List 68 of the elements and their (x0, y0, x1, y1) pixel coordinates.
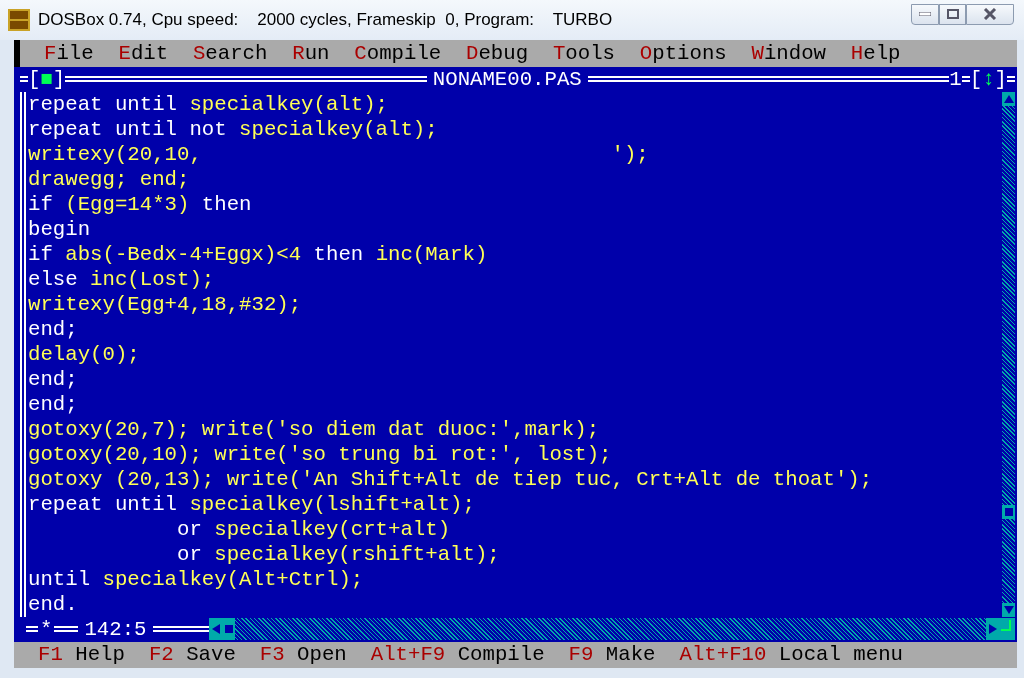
scroll-up-button[interactable] (1002, 91, 1015, 106)
menu-item[interactable]: Run (292, 40, 330, 66)
frame-line (54, 626, 79, 632)
window-close-box[interactable]: [■] (28, 66, 66, 92)
code-line: or specialkey(rshift+alt); (175, 541, 501, 567)
shortcut-item[interactable]: F1 Help (38, 642, 125, 668)
close-button[interactable] (966, 3, 1014, 25)
menu-item[interactable]: Window (751, 40, 826, 66)
code-line: drawegg; end; (28, 166, 191, 192)
code-line: delay(0); (28, 341, 141, 367)
shortcut-item[interactable]: F2 Save (148, 642, 236, 668)
code-line: begin (28, 216, 92, 242)
minimize-icon (919, 12, 931, 16)
shortcut-item[interactable]: F9 Make (568, 642, 656, 668)
code-line: end; (28, 366, 79, 392)
code-line: repeat until specialkey(lshift+alt); (28, 491, 476, 517)
menu-item[interactable]: Help (850, 40, 901, 66)
menu-item[interactable]: Search (192, 40, 268, 66)
scroll-right-button[interactable] (986, 618, 1000, 640)
frame-line (152, 626, 209, 632)
frame-line (26, 626, 38, 632)
menu-item[interactable]: Debug (466, 40, 529, 66)
vertical-scrollbar[interactable] (1002, 91, 1015, 617)
cursor-position: 142:5 (83, 616, 148, 642)
modified-mark: * (39, 616, 54, 642)
zoom-box[interactable]: [↕] (969, 66, 1007, 92)
shortcut-item[interactable]: F3 Open (259, 642, 347, 668)
left-arrow-icon (211, 624, 220, 634)
code-line: writexy(Egg+4,18,#32); (28, 291, 303, 317)
window-number: 1 (949, 66, 962, 92)
code-line: if abs(-Bedx-4+Eggx)<4 then inc(Mark) (28, 241, 489, 267)
right-arrow-icon (989, 624, 997, 634)
maximize-icon (946, 9, 959, 19)
code-line: if (Egg=14*3) then (28, 191, 253, 217)
maximize-button[interactable] (939, 3, 966, 25)
code-line: end. (28, 591, 79, 617)
menu-item[interactable]: Edit (118, 40, 169, 66)
code-line: writexy(20,10, '); (28, 141, 650, 167)
code-line: or specialkey(crt+alt) (175, 516, 452, 542)
scroll-left-button[interactable] (208, 618, 223, 640)
minimize-button[interactable] (911, 3, 939, 25)
horizontal-scrollbar[interactable] (208, 618, 1000, 640)
up-arrow-icon (1003, 94, 1014, 103)
code-line: gotoxy(20,7); write('so diem dat duoc:',mark); (28, 416, 601, 442)
code-line: until specialkey(Alt+Ctrl); (28, 566, 365, 592)
menu-item[interactable]: File (44, 40, 94, 66)
code-line: end; (28, 391, 79, 417)
code-line: gotoxy (20,13); write('An Shift+Alt de tiep tuc, Crt+Alt de thoat'); (28, 466, 874, 492)
frame-line (20, 76, 28, 82)
scroll-down-button[interactable] (1002, 602, 1015, 617)
code-line: else inc(Lost); (28, 266, 216, 292)
app-icon (8, 9, 30, 31)
menu-item[interactable]: Compile (354, 40, 442, 66)
code-line: repeat until not specialkey(alt); (28, 116, 439, 142)
frame-line (1007, 76, 1015, 82)
shortcut-item[interactable]: Alt+F9 Compile (370, 642, 545, 668)
code-line: end; (28, 316, 79, 342)
window-title: DOSBox 0.74, Cpu speed: 2000 cycles, Frameskip 0, Program: TURBO (38, 9, 613, 32)
code-line: repeat until specialkey(alt); (28, 91, 390, 117)
menu-item[interactable]: Tools (552, 40, 615, 66)
code-line: gotoxy(20,10); write('so trung bi rot:', lost); (28, 441, 613, 467)
menu-item[interactable]: Options (639, 40, 727, 66)
down-arrow-icon (1003, 605, 1014, 614)
file-title: NONAME00.PAS (431, 66, 583, 92)
scroll-thumb[interactable] (1002, 504, 1015, 519)
shortcut-item[interactable]: Alt+F10 Local menu (679, 642, 903, 668)
close-icon (983, 8, 997, 20)
frame-line (961, 76, 970, 82)
